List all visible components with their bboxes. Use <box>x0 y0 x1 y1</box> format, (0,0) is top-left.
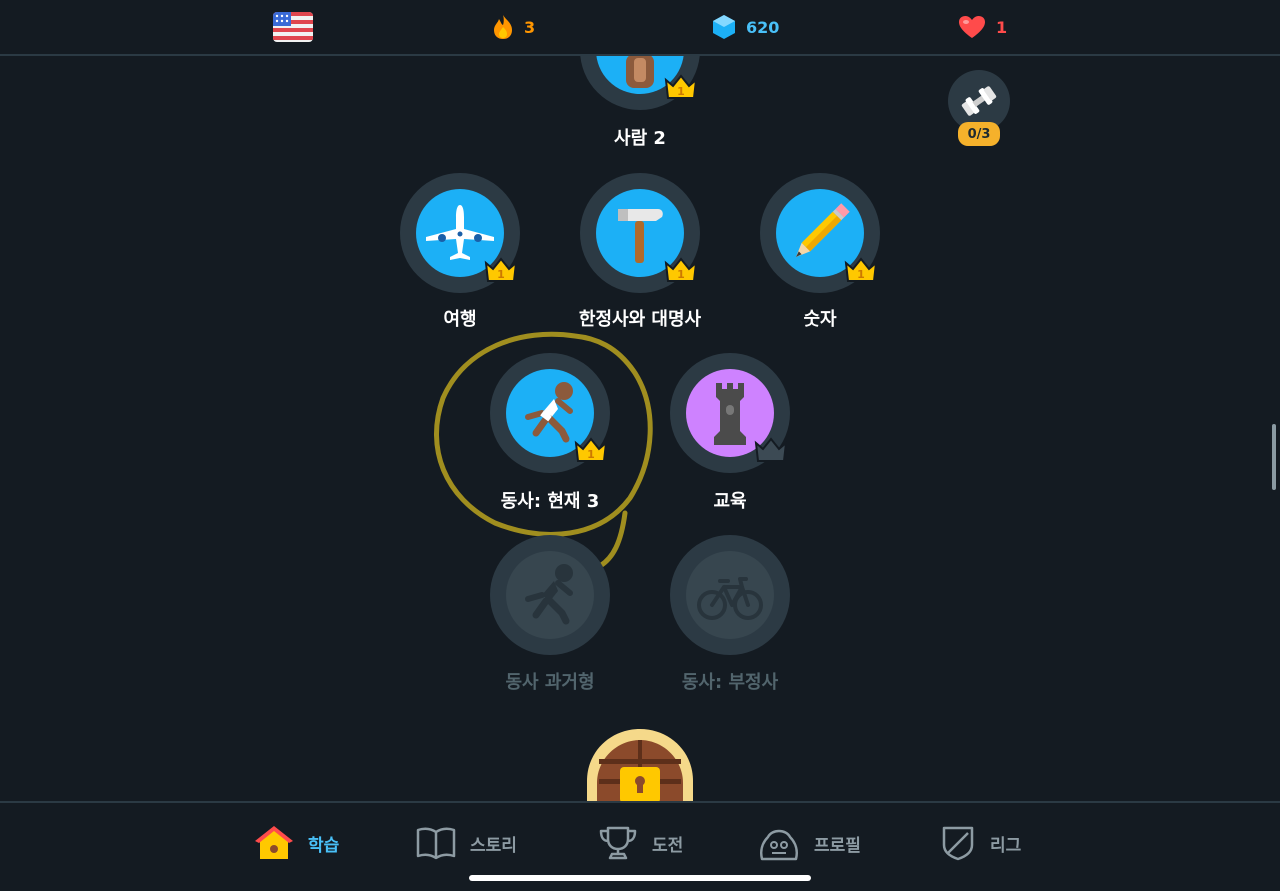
skill-label: 동사: 부정사 <box>681 672 779 693</box>
castle-door-lock-icon <box>587 729 693 801</box>
nav-league[interactable]: 리그 <box>940 823 1021 863</box>
skill-verbs-negative[interactable] <box>670 535 790 655</box>
nav-stories[interactable]: 스토리 <box>416 823 517 863</box>
skill-numbers[interactable]: 1 <box>760 173 880 293</box>
runner-icon <box>525 564 573 625</box>
home-indicator[interactable] <box>469 875 811 881</box>
scrollbar-thumb[interactable] <box>1272 424 1276 490</box>
crown-icon: 1 <box>844 257 878 282</box>
crown-icon: 1 <box>484 257 518 282</box>
book-icon <box>416 827 456 860</box>
crown-icon: 1 <box>664 74 698 99</box>
skill-label: 숫자 <box>803 309 837 330</box>
shield-icon <box>942 826 974 861</box>
fire-icon <box>494 15 512 39</box>
skill-label: 동사 과거형 <box>505 672 595 693</box>
skill-verbs-past[interactable] <box>490 535 610 655</box>
heart-icon <box>959 16 985 38</box>
gem-icon <box>713 15 735 39</box>
skill-verbs-present-3[interactable]: 1 <box>490 353 610 473</box>
nav-learn-label: 학습 <box>308 835 340 856</box>
us-flag-icon[interactable] <box>273 12 313 42</box>
svg-text:1: 1 <box>497 268 505 281</box>
nav-stories-label: 스토리 <box>470 835 517 856</box>
home-icon <box>255 826 293 859</box>
svg-text:1: 1 <box>857 268 865 281</box>
svg-text:1: 1 <box>677 85 685 98</box>
hearts-counter[interactable]: 1 <box>958 14 1007 40</box>
top-bar: 3 620 1 <box>0 0 1280 56</box>
skill-travel[interactable]: 1 <box>400 173 520 293</box>
skill-label: 교육 <box>713 491 747 512</box>
practice-progress-badge: 0/3 <box>958 122 1000 146</box>
crown-icon <box>754 437 788 462</box>
crown-icon: 1 <box>574 437 608 462</box>
gems-counter[interactable]: 620 <box>712 14 779 40</box>
nav-league-label: 리그 <box>990 835 1022 856</box>
skill-icon-circle <box>686 551 774 639</box>
skill-label: 동사: 현재 3 <box>500 491 600 512</box>
streak-count: 3 <box>524 17 536 37</box>
trophy-icon <box>599 826 637 860</box>
bicycle-icon <box>697 577 763 620</box>
skill-education[interactable] <box>670 353 790 473</box>
nav-challenge-label: 도전 <box>652 835 684 856</box>
checkpoint-button[interactable] <box>587 729 693 801</box>
nav-profile[interactable]: 프로필 <box>758 823 861 863</box>
profile-icon <box>760 829 798 861</box>
skill-icon-circle <box>506 551 594 639</box>
svg-text:1: 1 <box>677 268 685 281</box>
nav-profile-label: 프로필 <box>814 835 861 856</box>
gems-count: 620 <box>746 17 780 37</box>
skill-articles[interactable]: 1 <box>580 173 700 293</box>
hearts-count: 1 <box>996 17 1008 37</box>
svg-text:1: 1 <box>587 448 595 461</box>
streak-counter[interactable]: 3 <box>492 14 535 40</box>
nav-learn[interactable]: 학습 <box>254 823 339 863</box>
nav-challenge[interactable]: 도전 <box>598 823 683 863</box>
crown-icon: 1 <box>664 257 698 282</box>
skill-label: 사람 2 <box>614 128 666 149</box>
